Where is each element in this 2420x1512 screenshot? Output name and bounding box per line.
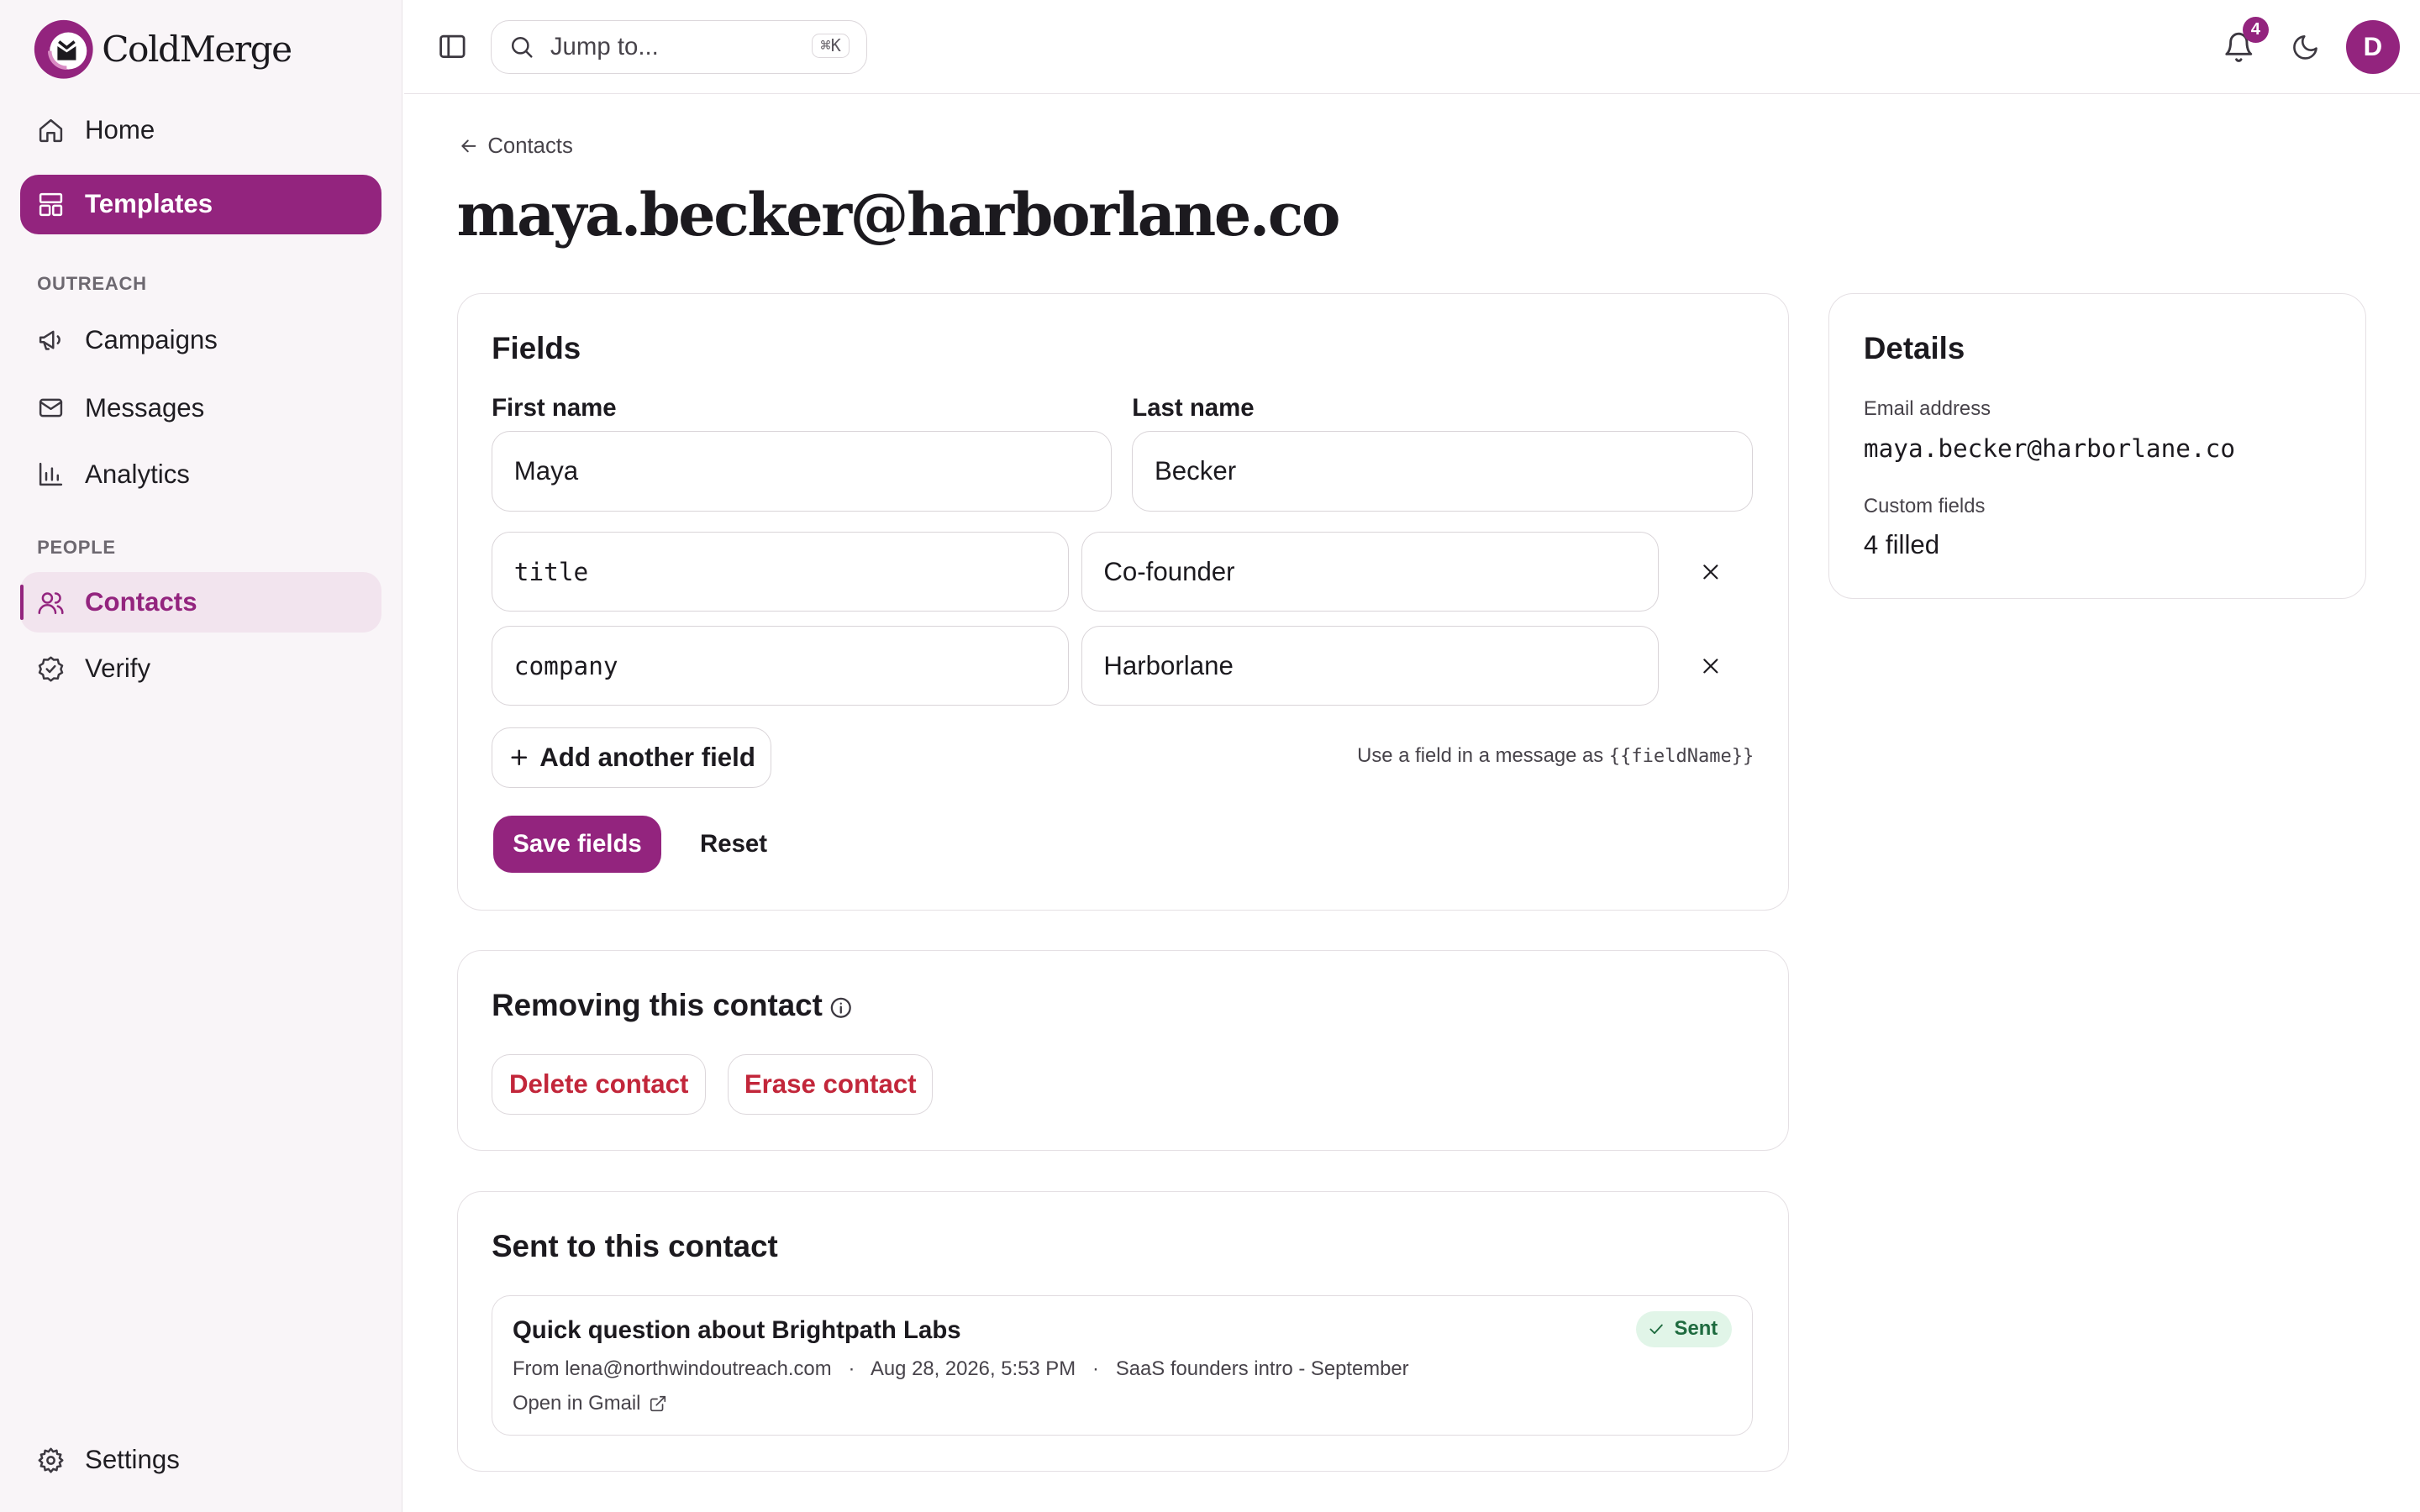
delete-contact-button[interactable]: Delete contact [492, 1054, 707, 1116]
hint-code: {{fieldName}} [1608, 746, 1754, 768]
user-avatar[interactable]: D [2345, 19, 2401, 75]
status-label: Sent [1674, 1317, 1718, 1341]
email-address-value: maya.becker@harborlane.co [1863, 434, 2236, 464]
jump-to-search[interactable]: Jump to... ⌘K [491, 19, 868, 75]
close-icon [1703, 564, 1718, 580]
sidebar-item-label: Campaigns [85, 324, 218, 354]
message-campaign: SaaS founders intro - September [1115, 1357, 1409, 1381]
sidebar-item-label: Templates [85, 189, 213, 219]
coldmerge-logo-icon [34, 19, 93, 79]
page-title: maya.becker@harborlane.co [456, 180, 1341, 249]
notification-count-badge: 4 [2242, 17, 2269, 44]
external-link-icon [650, 1395, 666, 1411]
app-root: ColdMerge Home Templates OUTREACH Campai… [0, 0, 2420, 1512]
sidebar-item-label: Home [85, 115, 155, 145]
sidebar-item-label: Analytics [85, 459, 190, 489]
templates-icon [39, 192, 63, 216]
add-field-label: Add another field [539, 742, 755, 772]
search-icon [512, 37, 533, 58]
hint-text: Use a field in a message as [1357, 744, 1604, 768]
sidebar-item-label: Messages [85, 392, 205, 423]
message-meta: From lena@northwindoutreach.com · Aug 28… [513, 1357, 1409, 1381]
custom-fields-label: Custom fields [1863, 494, 1986, 517]
custom-field-value-input[interactable]: Harborlane [1081, 625, 1659, 706]
sidebar-item-settings[interactable]: Settings [20, 1431, 381, 1491]
last-name-label: Last name [1132, 394, 1255, 423]
message-from: From lena@northwindoutreach.com [512, 1357, 832, 1381]
add-another-field-button[interactable]: Add another field [492, 727, 771, 788]
mail-icon [39, 398, 63, 417]
moon-icon[interactable] [2291, 33, 2320, 62]
sidebar-item-analytics[interactable]: Analytics [20, 444, 381, 505]
custom-field-key-input[interactable]: company [492, 625, 1069, 706]
details-card-title: Details [1863, 331, 1965, 366]
email-address-label: Email address [1863, 397, 1991, 421]
first-name-label: First name [492, 394, 617, 423]
field-usage-hint: Use a field in a message as {{fieldName}… [1357, 744, 1754, 768]
check-icon [1649, 1324, 1664, 1335]
sent-message-item[interactable]: Quick question about Brightpath Labs Sen… [492, 1294, 1753, 1436]
sidebar-item-label: Contacts [85, 587, 197, 617]
bar-chart-icon [39, 463, 63, 486]
sidebar-item-label: Settings [85, 1445, 180, 1475]
close-icon [1703, 659, 1718, 674]
search-placeholder: Jump to... [550, 33, 659, 61]
custom-fields-value: 4 filled [1863, 529, 1940, 559]
fields-card: Fields First name Last name Maya Becker … [456, 292, 1789, 911]
meta-separator: · [1081, 1357, 1111, 1381]
status-badge: Sent [1635, 1311, 1732, 1347]
open-in-gmail-label: Open in Gmail [512, 1391, 641, 1415]
message-date: Aug 28, 2026, 5:53 PM [871, 1357, 1076, 1381]
sidebar-toggle-icon[interactable] [437, 31, 468, 62]
sent-card-title: Sent to this contact [492, 1229, 778, 1263]
first-name-field[interactable]: Maya [492, 431, 1113, 512]
last-name-field[interactable]: Becker [1132, 431, 1753, 512]
custom-field-value-input[interactable]: Co-founder [1081, 531, 1659, 612]
home-icon [39, 118, 63, 142]
erase-contact-button[interactable]: Erase contact [728, 1054, 934, 1116]
sidebar-item-contacts[interactable]: Contacts [19, 572, 381, 633]
info-icon[interactable] [829, 996, 853, 1020]
sidebar-item-templates[interactable]: Templates [19, 174, 381, 235]
section-label-people: PEOPLE [37, 537, 116, 559]
gear-icon [38, 1447, 64, 1473]
meta-separator: · [837, 1357, 866, 1381]
back-to-contacts-link[interactable]: Contacts [458, 134, 573, 159]
sidebar-item-home[interactable]: Home [20, 100, 381, 160]
custom-field-key-input[interactable]: title [492, 531, 1069, 612]
save-fields-button[interactable]: Save fields [492, 815, 662, 873]
megaphone-icon [39, 331, 60, 351]
section-label-outreach: OUTREACH [37, 273, 147, 295]
removing-contact-card: Removing this contact Delete contact Era… [456, 950, 1789, 1152]
topbar: Jump to... ⌘K 4 D [404, 0, 2420, 95]
plus-icon [511, 749, 527, 766]
remove-field-button[interactable] [1694, 648, 1728, 682]
users-icon [38, 591, 64, 614]
sidebar-item-campaigns[interactable]: Campaigns [20, 310, 381, 370]
brand-name: ColdMerge [102, 29, 292, 71]
fields-card-title: Fields [492, 331, 581, 366]
reset-button[interactable]: Reset [700, 816, 767, 873]
back-link-label: Contacts [487, 134, 573, 158]
remove-field-button[interactable] [1694, 554, 1728, 588]
message-subject: Quick question about Brightpath Labs [512, 1315, 961, 1344]
sidebar-item-verify[interactable]: Verify [20, 638, 381, 699]
sidebar: ColdMerge Home Templates OUTREACH Campai… [0, 0, 403, 1512]
open-in-gmail-link[interactable]: Open in Gmail [513, 1392, 667, 1415]
arrow-left-icon [461, 139, 476, 153]
sidebar-item-label: Verify [85, 654, 151, 684]
search-shortcut-hint: ⌘K [812, 33, 850, 59]
sent-to-contact-card: Sent to this contact Quick question abou… [456, 1190, 1789, 1473]
removing-card-title: Removing this contact [492, 988, 823, 1023]
brand-logo[interactable]: ColdMerge [33, 18, 292, 80]
details-card: Details Email address maya.becker@harbor… [1828, 292, 2366, 599]
sidebar-item-messages[interactable]: Messages [20, 378, 381, 438]
badge-check-icon [38, 656, 64, 682]
